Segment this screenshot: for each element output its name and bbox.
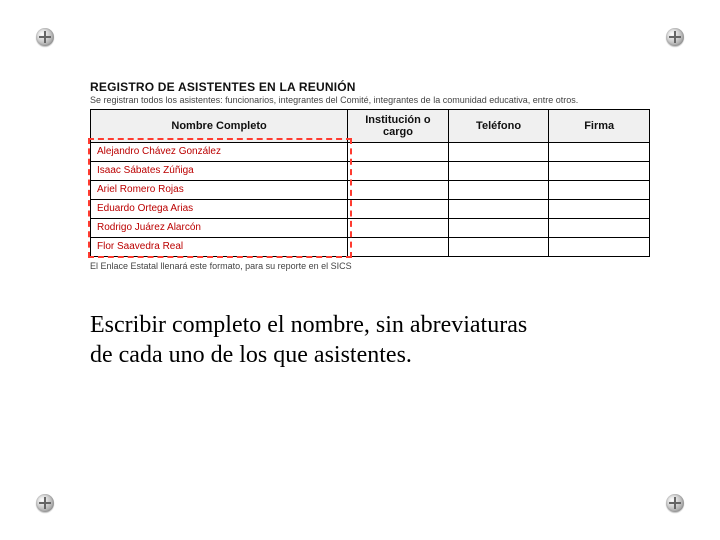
screw-icon <box>36 494 54 512</box>
col-header-telefono: Teléfono <box>448 110 549 143</box>
cell-firma <box>549 238 650 257</box>
cell-institucion <box>348 200 449 219</box>
cell-firma <box>549 200 650 219</box>
cell-institucion <box>348 143 449 162</box>
screw-icon <box>666 494 684 512</box>
cell-institucion <box>348 238 449 257</box>
table-row: Ariel Romero Rojas <box>91 181 650 200</box>
screw-icon <box>666 28 684 46</box>
col-header-nombre: Nombre Completo <box>91 110 348 143</box>
instruction-caption: Escribir completo el nombre, sin abrevia… <box>90 310 650 370</box>
col-header-institucion: Institución o cargo <box>348 110 449 143</box>
form-title: REGISTRO DE ASISTENTES EN LA REUNIÓN <box>90 80 650 94</box>
slide: REGISTRO DE ASISTENTES EN LA REUNIÓN Se … <box>0 0 720 540</box>
table-row: Flor Saavedra Real <box>91 238 650 257</box>
table-row: Eduardo Ortega Arias <box>91 200 650 219</box>
cell-firma <box>549 143 650 162</box>
table-row: Isaac Sábates Zúñiga <box>91 162 650 181</box>
cell-firma <box>549 181 650 200</box>
cell-telefono <box>448 219 549 238</box>
table-header-row: Nombre Completo Institución o cargo Telé… <box>91 110 650 143</box>
cell-nombre: Isaac Sábates Zúñiga <box>91 162 348 181</box>
cell-institucion <box>348 219 449 238</box>
caption-line1: Escribir completo el nombre, sin abrevia… <box>90 312 527 338</box>
table-row: Rodrigo Juárez Alarcón <box>91 219 650 238</box>
cell-telefono <box>448 162 549 181</box>
cell-nombre: Alejandro Chávez González <box>91 143 348 162</box>
cell-firma <box>549 219 650 238</box>
form-footer: El Enlace Estatal llenará este formato, … <box>90 261 650 271</box>
cell-telefono <box>448 238 549 257</box>
col-header-firma: Firma <box>549 110 650 143</box>
cell-firma <box>549 162 650 181</box>
cell-nombre: Eduardo Ortega Arias <box>91 200 348 219</box>
form-subtitle: Se registran todos los asistentes: funci… <box>90 95 650 105</box>
cell-institucion <box>348 162 449 181</box>
screw-icon <box>36 28 54 46</box>
cell-nombre: Rodrigo Juárez Alarcón <box>91 219 348 238</box>
caption-line2: de cada uno de los que asistentes. <box>90 342 412 368</box>
cell-nombre: Flor Saavedra Real <box>91 238 348 257</box>
cell-telefono <box>448 200 549 219</box>
cell-telefono <box>448 143 549 162</box>
table-row: Alejandro Chávez González <box>91 143 650 162</box>
attendance-form: REGISTRO DE ASISTENTES EN LA REUNIÓN Se … <box>90 80 650 271</box>
cell-institucion <box>348 181 449 200</box>
cell-telefono <box>448 181 549 200</box>
cell-nombre: Ariel Romero Rojas <box>91 181 348 200</box>
attendance-table: Nombre Completo Institución o cargo Telé… <box>90 109 650 257</box>
